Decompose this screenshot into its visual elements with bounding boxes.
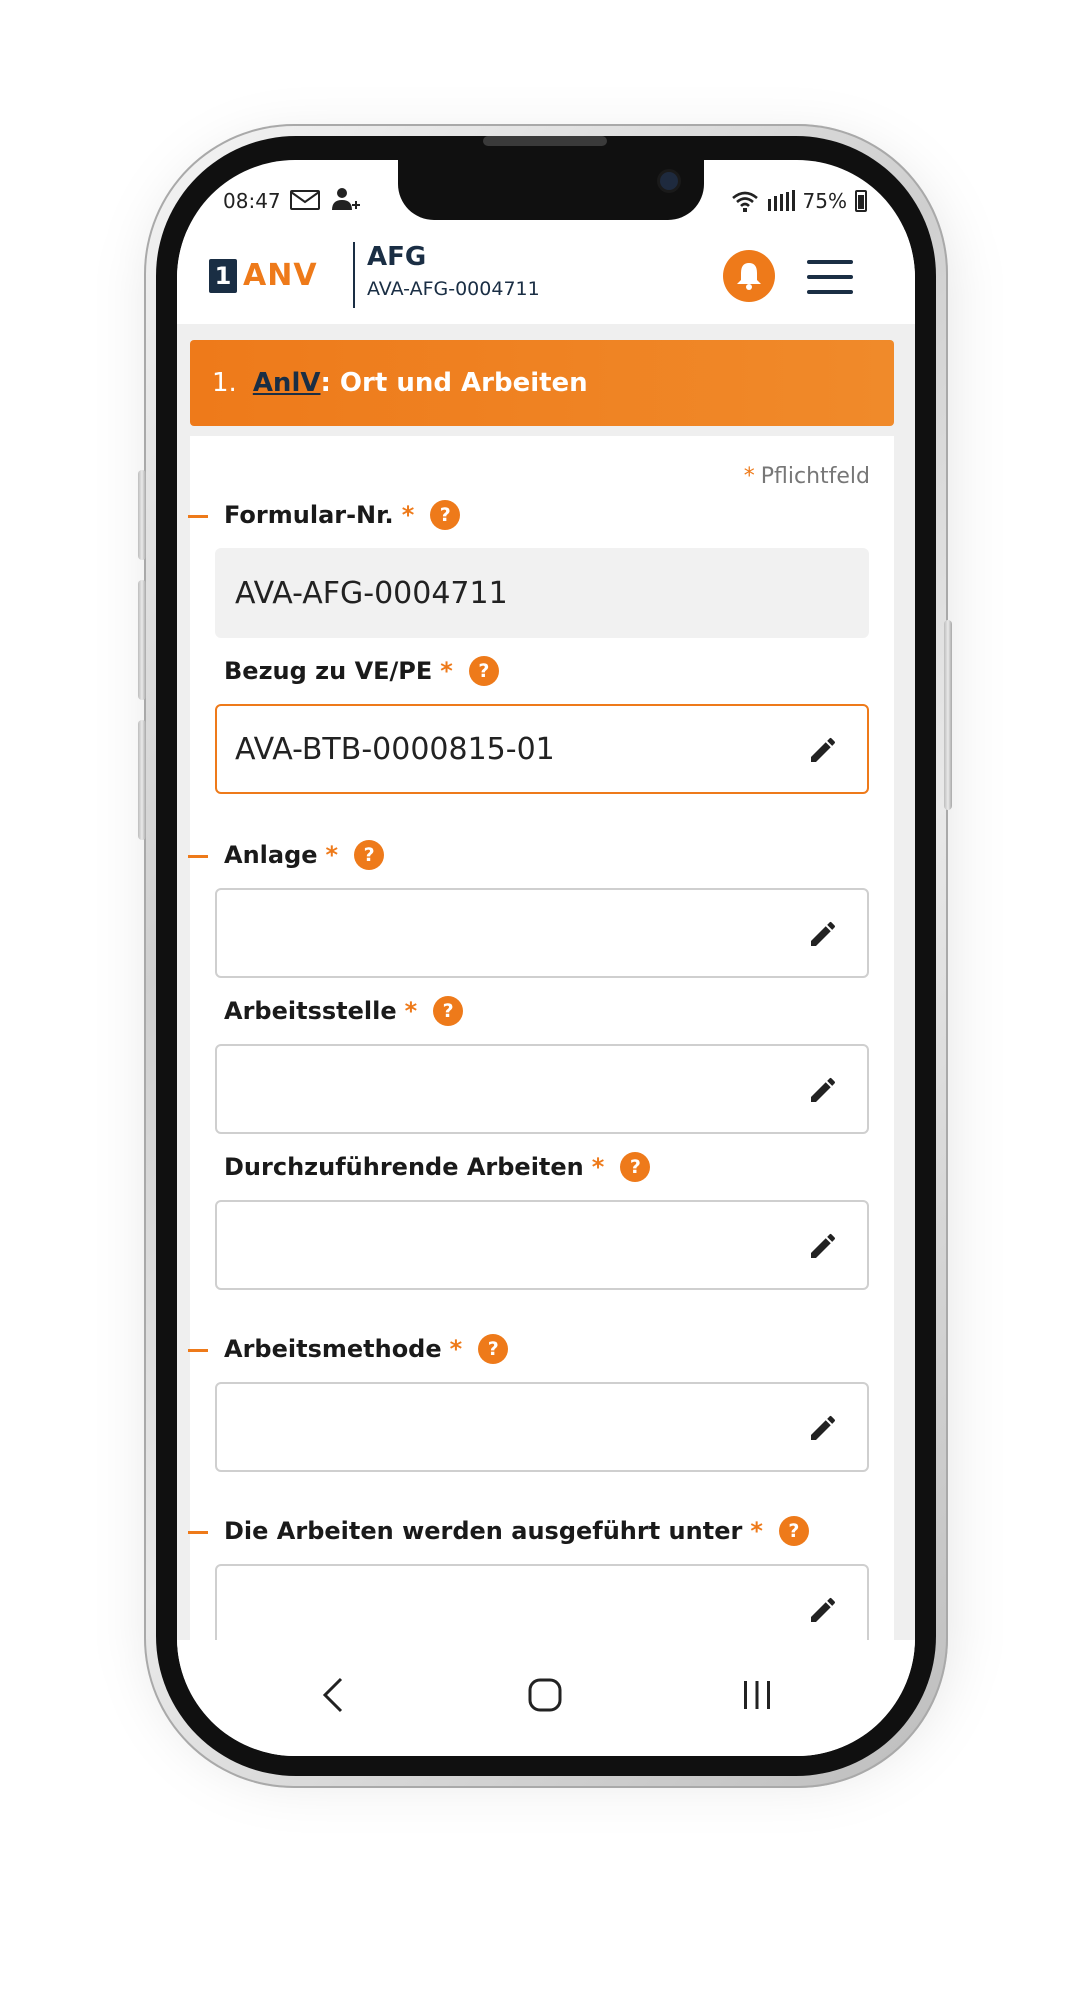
help-icon[interactable]: ? (620, 1152, 651, 1182)
field-marker (188, 1531, 208, 1534)
hamburger-menu-button[interactable] (807, 260, 853, 294)
power-button (944, 620, 952, 810)
add-contact-icon (332, 188, 360, 210)
logo-text: ANV (243, 258, 318, 293)
field-marker (188, 1349, 208, 1352)
speaker-slit (483, 136, 607, 146)
section-header[interactable]: 1. AnlV : Ort und Arbeiten (190, 340, 894, 426)
home-button[interactable] (520, 1670, 570, 1720)
help-icon[interactable]: ? (433, 996, 464, 1026)
pencil-icon[interactable] (807, 1594, 839, 1626)
field-label: Formular-Nr. * ? (224, 500, 461, 530)
anlage-field[interactable] (215, 888, 869, 978)
durchzufuehrende-arbeiten-field[interactable] (215, 1200, 869, 1290)
help-icon[interactable]: ? (478, 1334, 509, 1364)
help-icon[interactable]: ? (468, 656, 499, 686)
chevron-left-icon (322, 1677, 343, 1713)
volume-button-middle (138, 580, 146, 700)
page-subtitle: AVA-AFG-0004711 (367, 278, 540, 300)
arbeitsmethode-field[interactable] (215, 1382, 869, 1472)
help-icon[interactable]: ? (354, 840, 385, 870)
field-label: Die Arbeiten werden ausgeführt unter * ? (224, 1516, 809, 1546)
section-abbr-link[interactable]: AnlV (253, 368, 321, 398)
battery-percent: 75% (802, 189, 847, 213)
help-icon[interactable]: ? (430, 500, 461, 530)
bezug-ve-pe-field[interactable]: AVA-BTB-0000815-01 (215, 704, 869, 794)
pencil-icon[interactable] (807, 1230, 839, 1262)
arbeitsstelle-field[interactable] (215, 1044, 869, 1134)
status-time: 08:47 (223, 189, 281, 213)
field-marker (188, 515, 208, 518)
formular-nr-field: AVA-AFG-0004711 (215, 548, 869, 638)
navigation-bar (177, 1640, 915, 1756)
signal-icon (767, 190, 795, 211)
back-button[interactable] (308, 1670, 358, 1720)
mandatory-note: * Pflichtfeld (744, 464, 870, 489)
field-label: Durchzuführende Arbeiten * ? (224, 1152, 651, 1182)
logo-number: 1 (209, 258, 237, 293)
field-label: Anlage * ? (224, 840, 385, 870)
bezug-ve-pe-value: AVA-BTB-0000815-01 (235, 731, 555, 767)
form-card: * Pflichtfeld Formular-Nr. * ? AVA-AFG-000… (188, 436, 894, 1640)
section-number: 1. (212, 368, 237, 398)
pencil-icon[interactable] (807, 734, 839, 766)
section-title: : Ort und Arbeiten (320, 368, 588, 398)
wifi-icon (731, 191, 758, 212)
app-header: 1 ANV AFG AVA-AFG-0004711 (177, 230, 915, 324)
form-content[interactable]: 1. AnlV : Ort und Arbeiten * Pflichtfeld … (177, 324, 915, 1640)
phone-screen: 08:47 75% 1 ANV AFG AVA-AFG-0004711 1. A… (177, 160, 915, 1756)
menu-line-icon (807, 260, 853, 264)
battery-icon (855, 190, 867, 212)
field-marker (188, 855, 208, 858)
status-right: 75% (731, 189, 867, 213)
recent-apps-icon (744, 1681, 770, 1709)
notifications-button[interactable] (723, 250, 775, 302)
bell-icon (737, 263, 761, 290)
field-label: Arbeitsstelle * ? (224, 996, 464, 1026)
volume-button-up (138, 470, 146, 560)
mail-icon (290, 190, 320, 210)
page-title: AFG (367, 242, 427, 272)
camera-icon (660, 172, 678, 190)
menu-line-icon (807, 275, 853, 279)
field-label: Arbeitsmethode * ? (224, 1334, 509, 1364)
menu-line-icon (807, 290, 853, 294)
recent-apps-button[interactable] (732, 1670, 782, 1720)
volume-button-down (138, 720, 146, 840)
camera-notch (398, 160, 704, 220)
mandatory-label: Pflichtfeld (760, 464, 870, 489)
pencil-icon[interactable] (807, 918, 839, 950)
home-square-icon (528, 1678, 562, 1712)
field-label: Bezug zu VE/PE * ? (224, 656, 499, 686)
help-icon[interactable]: ? (778, 1516, 809, 1546)
app-logo[interactable]: 1 ANV (209, 258, 318, 293)
header-divider (353, 242, 355, 308)
pencil-icon[interactable] (807, 1412, 839, 1444)
pencil-icon[interactable] (807, 1074, 839, 1106)
ausgefuehrt-unter-field[interactable] (215, 1564, 869, 1640)
required-star: * (743, 464, 755, 489)
